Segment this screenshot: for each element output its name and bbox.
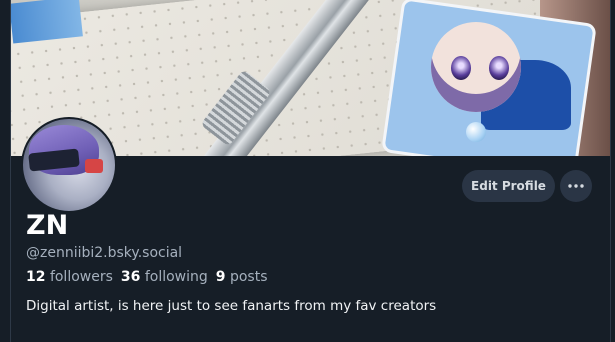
more-options-button[interactable] <box>560 170 592 202</box>
followers-count: 12 <box>26 269 46 285</box>
banner-character-eye <box>451 56 471 80</box>
banner-character-eye <box>489 56 509 80</box>
banner-tape-art <box>11 0 83 44</box>
profile-handle: @zenniibi2.bsky.social <box>26 245 183 261</box>
avatar[interactable] <box>21 117 117 213</box>
profile-page: Edit Profile ZN @zenniibi2.bsky.social 1… <box>0 0 615 342</box>
posts-label: posts <box>229 269 268 285</box>
avatar-accent-art <box>85 159 103 173</box>
display-name: ZN <box>26 210 69 241</box>
posts-count: 9 <box>215 269 226 285</box>
ellipsis-icon <box>568 184 584 188</box>
following-label: following <box>144 269 208 285</box>
edit-profile-label: Edit Profile <box>471 179 546 193</box>
right-divider <box>610 0 611 342</box>
following-count: 36 <box>120 269 141 285</box>
posts-stat: 9 posts <box>216 269 268 285</box>
profile-bio: Digital artist, is here just to see fana… <box>26 298 437 314</box>
followers-stat[interactable]: 12 followers <box>26 269 113 285</box>
followers-label: followers <box>49 269 113 285</box>
profile-stats: 12 followers 36 following 9 posts <box>26 269 268 285</box>
banner-bubble-art <box>466 122 486 142</box>
edit-profile-button[interactable]: Edit Profile <box>462 170 555 202</box>
following-stat[interactable]: 36 following <box>121 269 208 285</box>
